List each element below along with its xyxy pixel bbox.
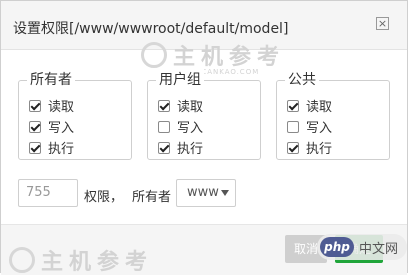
checkbox-box[interactable] xyxy=(287,141,299,154)
checkbox-read[interactable]: 读取 xyxy=(29,96,75,115)
checkbox-read[interactable]: 读取 xyxy=(287,96,333,115)
checkbox-label: 读取 xyxy=(306,100,333,115)
checkbox-box[interactable] xyxy=(29,99,41,112)
checkbox-label: 写入 xyxy=(306,121,333,136)
checkbox-label: 执行 xyxy=(177,142,204,157)
group-usergroup: 用户组 读取 写入 执行 xyxy=(147,69,261,160)
owner-label: 所有者 xyxy=(132,190,172,205)
owner-select-value: www xyxy=(187,185,219,200)
php-logo: php xyxy=(320,237,354,257)
group-legend: 所有者 xyxy=(27,69,75,89)
permission-input[interactable]: 755 xyxy=(18,179,78,207)
checkbox-write[interactable]: 写入 xyxy=(29,117,75,136)
checkbox-write[interactable]: 写入 xyxy=(287,117,333,136)
owner-select[interactable]: www xyxy=(176,179,236,207)
checkbox-box[interactable] xyxy=(287,120,299,133)
close-icon[interactable]: × xyxy=(376,17,389,30)
chevron-down-icon xyxy=(221,190,229,196)
permission-dialog: 设置权限[/www/wwwroot/default/model] × 主机参考 … xyxy=(0,0,408,275)
checkbox-label: 写入 xyxy=(48,121,75,136)
php-badge: php 中文网 xyxy=(317,234,407,260)
checkbox-box[interactable] xyxy=(158,99,170,112)
group-legend: 用户组 xyxy=(156,69,204,89)
checkbox-box[interactable] xyxy=(29,141,41,154)
checkbox-box[interactable] xyxy=(158,141,170,154)
checkbox-execute[interactable]: 执行 xyxy=(158,138,204,157)
dialog-title: 设置权限[/www/wwwroot/default/model] xyxy=(13,21,289,37)
checkbox-label: 读取 xyxy=(48,100,75,115)
dialog-titlebar: 设置权限[/www/wwwroot/default/model] × xyxy=(1,1,407,50)
permission-label: 权限， xyxy=(84,190,124,205)
group-owner: 所有者 读取 写入 执行 xyxy=(18,69,132,160)
checkbox-label: 读取 xyxy=(177,100,204,115)
checkbox-execute[interactable]: 执行 xyxy=(287,138,333,157)
checkbox-label: 执行 xyxy=(306,142,333,157)
checkbox-box[interactable] xyxy=(29,120,41,133)
group-public: 公共 读取 写入 执行 xyxy=(276,69,390,160)
checkbox-label: 写入 xyxy=(177,121,204,136)
group-legend: 公共 xyxy=(285,69,319,89)
checkbox-read[interactable]: 读取 xyxy=(158,96,204,115)
checkbox-box[interactable] xyxy=(158,120,170,133)
checkbox-box[interactable] xyxy=(287,99,299,112)
checkbox-label: 执行 xyxy=(48,142,75,157)
checkbox-write[interactable]: 写入 xyxy=(158,117,204,136)
php-badge-text: 中文网 xyxy=(359,242,399,257)
checkbox-execute[interactable]: 执行 xyxy=(29,138,75,157)
